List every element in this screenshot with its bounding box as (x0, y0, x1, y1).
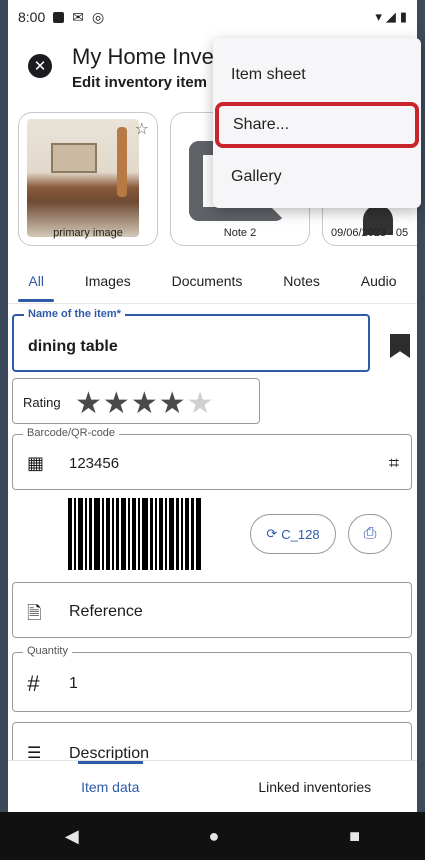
media-card-primary-image[interactable]: ☆ primary image (18, 112, 158, 246)
primary-image-photo (27, 119, 139, 237)
photo-plant (117, 127, 127, 197)
name-field[interactable]: Name of the item* dining table (12, 308, 370, 372)
media-card-label: primary image (53, 227, 123, 239)
document-info-icon: 🗎 (27, 603, 42, 623)
tab-audio[interactable]: Audio (357, 261, 401, 301)
star-icon[interactable]: ★ (159, 387, 187, 420)
sync-icon: ◎ (91, 8, 105, 25)
barcode-value[interactable]: 123456 (69, 455, 119, 472)
reference-label: Reference (69, 603, 143, 620)
photo-wall-art (51, 143, 97, 173)
star-icon[interactable]: ★ (103, 387, 131, 420)
overflow-menu: Item sheet Share... Gallery (213, 38, 421, 208)
system-nav-bar: ◀ ● ■ (0, 812, 425, 860)
qr-scan-icon[interactable]: ⌗ (389, 453, 399, 474)
barcode-field[interactable]: Barcode/QR-code ▦ 123456 ⌗ (12, 427, 412, 490)
recents-icon[interactable]: ■ (349, 826, 360, 847)
bottom-tabs: Item data Linked inventories (8, 760, 417, 812)
hash-icon: # (27, 671, 40, 696)
rating-label: Rating (23, 395, 61, 410)
bookmark-icon[interactable] (390, 334, 410, 358)
tab-notes[interactable]: Notes (279, 261, 324, 301)
print-button[interactable]: ⎙ (348, 514, 392, 554)
star-empty-icon[interactable]: ★ (187, 387, 215, 420)
rating-field: Rating ★★★★★ (12, 378, 260, 424)
star-icon[interactable]: ★ (131, 387, 159, 420)
description-icon: ☰ (27, 745, 42, 760)
barcode-image (40, 494, 230, 574)
tab-all[interactable]: All (18, 261, 54, 302)
mail-icon: ✉ (72, 8, 84, 25)
print-icon: ⎙ (363, 525, 377, 542)
media-card-label: Note 2 (223, 227, 257, 239)
star-icon[interactable]: ★ (75, 387, 103, 420)
notification-icon (53, 11, 65, 23)
name-field-value[interactable]: dining table (28, 338, 118, 356)
tab-images[interactable]: Images (81, 261, 135, 301)
barcode-type-button[interactable]: ⟳ C_128 (250, 514, 336, 554)
app-title: My Home Inve (72, 44, 214, 69)
barcode-field-label: Barcode/QR-code (23, 427, 120, 439)
barcode-type-label: C_128 (281, 526, 320, 542)
battery-icon: ▮ (399, 9, 407, 24)
tab-linked-inventories[interactable]: Linked inventories (213, 761, 418, 812)
qr-code-icon: ▦ (27, 453, 45, 473)
app-subtitle: Edit inventory item (72, 74, 208, 91)
item-form: Name of the item* dining table Rating ★★… (8, 304, 417, 760)
menu-item-item-sheet[interactable]: Item sheet (213, 52, 421, 98)
rating-stars[interactable]: ★★★★★ (75, 386, 215, 421)
back-icon[interactable]: ◀ (65, 826, 79, 847)
tab-item-data[interactable]: Item data (8, 761, 213, 812)
wifi-icon: ▾ (375, 9, 382, 24)
tab-documents[interactable]: Documents (168, 261, 247, 301)
close-icon: ✕ (33, 58, 47, 75)
description-field[interactable]: ☰ Description (12, 722, 412, 760)
description-label: Description (69, 745, 150, 760)
close-button[interactable]: ✕ (28, 54, 52, 78)
media-tabs: All Images Documents Notes Audio (8, 258, 417, 304)
reference-field[interactable]: 🗎 Reference (12, 582, 412, 638)
media-card-label: 09/06/2023 - 05 (331, 227, 409, 239)
status-bar: 8:00 ✉ ◎ ▾ ◢ ▮ (8, 0, 417, 34)
status-time: 8:00 (18, 9, 46, 25)
refresh-icon: ⟳ (266, 526, 278, 541)
quantity-field[interactable]: Quantity # 1 (12, 645, 412, 712)
home-icon[interactable]: ● (209, 826, 220, 847)
menu-item-gallery[interactable]: Gallery (213, 154, 421, 200)
name-field-label: Name of the item* (24, 308, 125, 320)
favorite-star-icon[interactable]: ☆ (135, 119, 149, 139)
menu-item-share[interactable]: Share... (215, 102, 419, 148)
signal-icon: ◢ (385, 9, 396, 24)
quantity-field-label: Quantity (23, 645, 72, 657)
quantity-value[interactable]: 1 (69, 675, 78, 693)
